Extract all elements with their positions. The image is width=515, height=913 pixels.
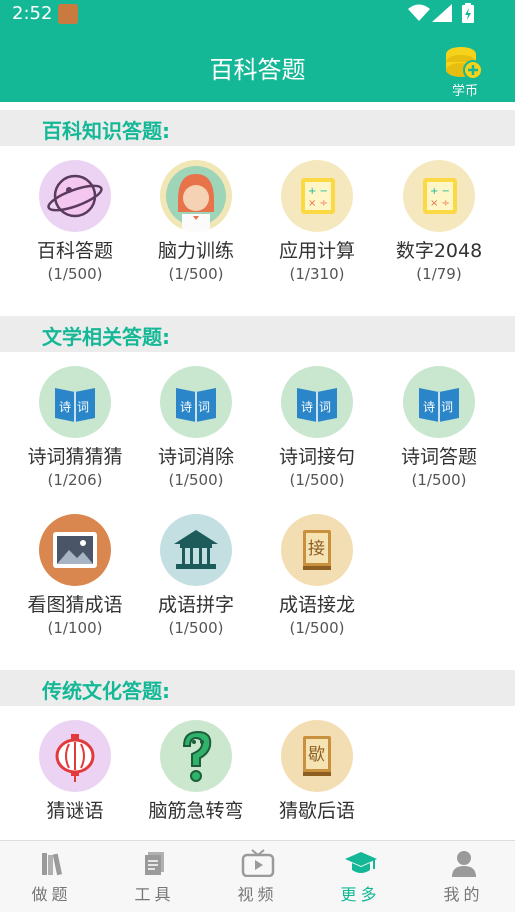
lantern-icon	[39, 720, 111, 792]
item-name: 诗词接句	[278, 446, 355, 468]
item-count: (1/500)	[411, 471, 467, 489]
picture-icon	[39, 514, 111, 586]
bottom-tab-bar: 做题 工具 视频 更多 我的	[0, 840, 515, 912]
app-header: 百科答题 学币	[0, 28, 515, 102]
item-name: 脑力训练	[157, 240, 234, 262]
quiz-item-idiom-spell[interactable]: 成语拼字 (1/500)	[136, 514, 256, 637]
quiz-item-idiom-chain[interactable]: 接 成语接龙 (1/500)	[257, 514, 377, 637]
coin-label[interactable]: 学币	[440, 80, 490, 99]
item-name: 猜谜语	[46, 800, 104, 822]
item-name: 诗词猜猜猜	[27, 446, 123, 468]
section-title: 传统文化答题:	[42, 679, 170, 703]
tab-video[interactable]: 视频	[206, 841, 309, 913]
quiz-item-brain-training[interactable]: 脑力训练 (1/500)	[136, 160, 256, 283]
item-name: 数字2048	[395, 240, 483, 262]
item-name: 诗词消除	[157, 446, 234, 468]
item-count: (1/500)	[168, 265, 224, 283]
item-name: 成语拼字	[157, 594, 234, 616]
status-bar: 2:52	[0, 0, 515, 28]
poem-book-icon: 诗词	[160, 366, 232, 438]
section-header-encyclopedia: 百科知识答题:	[0, 110, 515, 146]
svg-text:+ −: + −	[430, 186, 450, 197]
svg-text:词: 词	[319, 400, 331, 414]
books-icon	[41, 853, 62, 876]
poem-book-icon: 诗词	[403, 366, 475, 438]
math-board-icon: + − × ÷	[403, 160, 475, 232]
item-count: (1/500)	[289, 471, 345, 489]
svg-text:诗: 诗	[59, 400, 71, 414]
tab-mine[interactable]: 我的	[412, 841, 515, 913]
section-header-culture: 传统文化答题:	[0, 670, 515, 706]
svg-text:+ −: + −	[308, 186, 328, 197]
item-name: 百科答题	[36, 240, 113, 262]
svg-text:接: 接	[308, 539, 325, 559]
svg-text:词: 词	[77, 400, 89, 414]
planet-icon	[39, 160, 111, 232]
tab-label: 工具	[134, 885, 175, 904]
document-icon	[144, 852, 164, 875]
item-name: 应用计算	[278, 240, 355, 262]
svg-text:诗: 诗	[423, 400, 435, 414]
quiz-item-riddle[interactable]: 猜谜语	[15, 720, 135, 823]
xie-book-icon: 歇	[281, 720, 353, 792]
quiz-item-xiehouyu[interactable]: 歇 猜歇后语	[257, 720, 377, 823]
svg-text:× ÷: × ÷	[308, 198, 328, 209]
poem-book-icon: 诗词	[39, 366, 111, 438]
item-count: (1/206)	[47, 471, 103, 489]
quiz-item-poem-eliminate[interactable]: 诗词 诗词消除 (1/500)	[136, 366, 256, 489]
quiz-item-poem-answer[interactable]: 诗词 诗词答题 (1/500)	[379, 366, 499, 489]
girl-avatar-icon	[160, 160, 232, 232]
quiz-item-brain-teaser[interactable]: 脑筋急转弯	[136, 720, 256, 823]
svg-text:歇: 歇	[308, 745, 325, 765]
quiz-item-encyclopedia[interactable]: 百科答题 (1/500)	[15, 160, 135, 283]
jie-book-icon: 接	[281, 514, 353, 586]
person-icon	[451, 851, 476, 877]
section-title: 百科知识答题:	[42, 119, 170, 143]
poem-book-icon: 诗词	[281, 366, 353, 438]
svg-text:词: 词	[441, 400, 453, 414]
pavilion-icon	[160, 514, 232, 586]
tab-label: 做题	[31, 885, 72, 904]
quiz-item-picture-idiom[interactable]: 看图猜成语 (1/100)	[15, 514, 135, 637]
quiz-item-poem-continue[interactable]: 诗词 诗词接句 (1/500)	[257, 366, 377, 489]
item-name: 猜歇后语	[278, 800, 355, 822]
item-name: 诗词答题	[400, 446, 477, 468]
question-mark-icon	[160, 720, 232, 792]
item-count: (1/500)	[168, 471, 224, 489]
tv-play-icon	[241, 849, 274, 878]
section-header-literature: 文学相关答题:	[0, 316, 515, 352]
tab-label: 更多	[340, 885, 381, 904]
item-count: (1/500)	[289, 619, 345, 637]
item-name: 脑筋急转弯	[148, 800, 244, 822]
item-count: (1/500)	[47, 265, 103, 283]
tab-more[interactable]: 更多	[309, 841, 412, 913]
tab-label: 我的	[443, 885, 484, 904]
item-name: 看图猜成语	[27, 594, 123, 616]
svg-text:诗: 诗	[180, 400, 192, 414]
tab-tools[interactable]: 工具	[103, 841, 206, 913]
quiz-item-poem-guess[interactable]: 诗词 诗词猜猜猜 (1/206)	[15, 366, 135, 489]
quiz-item-2048[interactable]: + − × ÷ 数字2048 (1/79)	[379, 160, 499, 283]
quiz-item-applied-math[interactable]: + − × ÷ 应用计算 (1/310)	[257, 160, 377, 283]
svg-text:× ÷: × ÷	[430, 198, 450, 209]
signal-icon	[432, 4, 452, 22]
svg-text:诗: 诗	[301, 400, 313, 414]
battery-charging-icon	[462, 3, 474, 23]
item-name: 成语接龙	[278, 594, 355, 616]
item-count: (1/310)	[289, 265, 345, 283]
math-board-icon: + − × ÷	[281, 160, 353, 232]
section-title: 文学相关答题:	[42, 325, 170, 349]
wifi-icon	[408, 4, 430, 21]
notification-avatar-icon	[58, 4, 78, 24]
graduation-cap-icon	[344, 852, 377, 873]
item-count: (1/79)	[416, 265, 462, 283]
status-time: 2:52	[12, 3, 53, 24]
tab-practice[interactable]: 做题	[0, 841, 103, 913]
svg-text:词: 词	[198, 400, 210, 414]
tab-label: 视频	[237, 885, 278, 904]
item-count: (1/100)	[47, 619, 103, 637]
item-count: (1/500)	[168, 619, 224, 637]
page-title: 百科答题	[209, 56, 306, 84]
